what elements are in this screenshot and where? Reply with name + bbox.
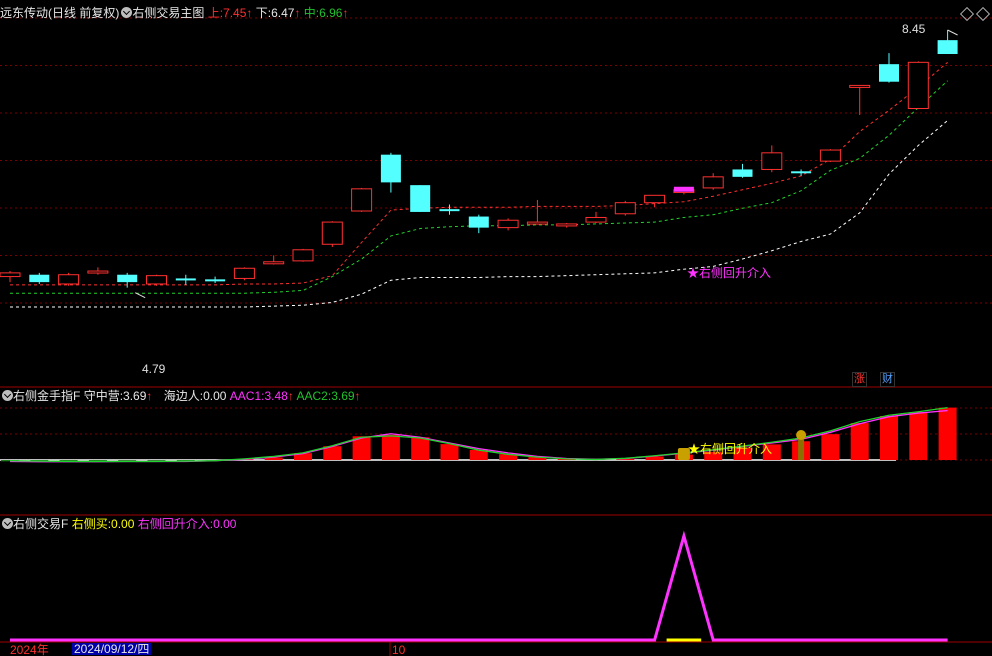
sub1-signal-label: ★右侧回升介入 <box>688 442 773 456</box>
sub2-menu-icon[interactable] <box>2 518 13 529</box>
sub1-bar <box>381 434 400 460</box>
sub1-d-arrow-icon: ↑ <box>354 389 361 403</box>
year-label: 2024年 <box>10 643 49 656</box>
main-indicator-name[interactable]: 右侧交易主图 <box>132 6 204 20</box>
candle-body <box>819 149 841 162</box>
sub1-a-label: 守中营: <box>83 389 124 403</box>
candle-body <box>233 267 255 279</box>
sub1-bar <box>821 434 840 460</box>
candle-body <box>585 216 607 223</box>
candle-body <box>146 275 167 285</box>
sub2-a-label: 右侧买: <box>71 517 112 531</box>
mid-arrow-icon: ↑ <box>342 6 349 20</box>
sub1-bar <box>440 444 459 460</box>
chart-stage: 远东传动(日线 前复权) 右侧交易主图 上:7.45↑ 下:6.47↑ 中:6.9… <box>0 0 992 656</box>
candle-body <box>87 270 109 274</box>
sub2-header: 右侧交易F 右侧买:0.00 右侧回升介入:0.00 <box>0 516 236 532</box>
high-price-label: 8.45 <box>902 22 926 36</box>
high-marker <box>947 29 958 36</box>
candle-body <box>175 278 196 281</box>
candle-body <box>380 154 401 183</box>
indicator-menu-icon[interactable] <box>121 7 133 18</box>
candle-body <box>205 279 226 282</box>
down-label: 下: <box>255 6 272 20</box>
sub1-menu-icon[interactable] <box>2 390 13 401</box>
candle-body <box>556 223 578 227</box>
sub2-b-value: 0.00 <box>213 517 237 531</box>
candle-body <box>117 274 138 283</box>
month-label: 10 <box>392 643 406 656</box>
zhang-badge[interactable]: 涨 <box>852 372 867 387</box>
candle-body <box>937 40 958 55</box>
sub1-a-value: 3.69 <box>123 389 147 403</box>
down-value: 6.47 <box>271 6 295 20</box>
mid-value: 6.96 <box>319 6 343 20</box>
sub1-bar <box>411 437 430 460</box>
cursor-date-label: 2024/09/12/四 <box>72 642 152 656</box>
up-label: 上: <box>207 6 224 20</box>
sub1-c-value: 3.48 <box>264 389 288 403</box>
sub1-d-label: AAC2: <box>296 389 332 403</box>
candle-body <box>263 261 285 265</box>
main-header: 远东传动(日线 前复权) 右侧交易主图 上:7.45↑ 下:6.47↑ 中:6.9… <box>0 5 348 21</box>
main-signal-label: ★右侧回升介入 <box>687 266 772 280</box>
up-arrow-icon: ↑ <box>246 6 253 20</box>
candle-body <box>468 216 489 228</box>
sub1-bar <box>850 423 869 460</box>
candle-body <box>0 272 21 278</box>
sub1-header: 右侧金手指F 守中营:3.69↑ 海边人:0.00 AAC1:3.48↑ AAC… <box>0 388 361 404</box>
candle-body <box>321 221 343 245</box>
sub1-name[interactable]: 右侧金手指F <box>13 389 80 403</box>
sub1-d-value: 3.69 <box>331 389 355 403</box>
sub1-bar <box>909 412 928 460</box>
sub1-bar <box>880 415 898 460</box>
sub1-a-arrow-icon: ↑ <box>146 389 153 403</box>
candle-body <box>907 61 929 109</box>
candle-body <box>439 209 460 212</box>
sub1-money-icon <box>796 430 807 440</box>
candle-body <box>702 176 724 189</box>
candle-body <box>351 188 373 212</box>
candle-body <box>526 221 548 225</box>
candle-body <box>761 152 783 170</box>
sub1-c-label: AAC1: <box>229 389 265 403</box>
mid-label: 中: <box>303 6 320 20</box>
sub1-b-value: 0.00 <box>203 389 227 403</box>
signal-candle <box>673 186 694 192</box>
upper-line <box>10 61 948 286</box>
chart-canvas <box>0 17 992 656</box>
low-price-label: 4.79 <box>142 362 166 376</box>
cai-badge[interactable]: 财 <box>880 372 895 387</box>
candle-body <box>58 274 80 285</box>
sub1-c-arrow-icon: ↑ <box>287 389 294 403</box>
candle-body <box>614 202 636 215</box>
sub1-b-label: 海边人: <box>163 389 204 403</box>
right-rebound-line <box>10 530 948 642</box>
candle-body <box>29 274 50 283</box>
candle-body <box>497 219 519 229</box>
down-arrow-icon: ↑ <box>294 6 301 20</box>
candle-body <box>644 194 666 204</box>
candle-body <box>732 169 753 177</box>
sub2-b-label: 右侧回升介入: <box>137 517 214 531</box>
candle-body <box>292 249 314 262</box>
candle-body <box>791 171 812 174</box>
candle-body <box>410 185 431 212</box>
sub2-name[interactable]: 右侧交易F <box>13 517 68 531</box>
candle-body <box>879 64 899 82</box>
sub2-a-value: 0.00 <box>111 517 135 531</box>
up-value: 7.45 <box>223 6 247 20</box>
stock-title: 远东传动(日线 前复权) <box>0 6 120 20</box>
sub1-bar <box>938 407 957 460</box>
candle-body <box>849 84 871 88</box>
